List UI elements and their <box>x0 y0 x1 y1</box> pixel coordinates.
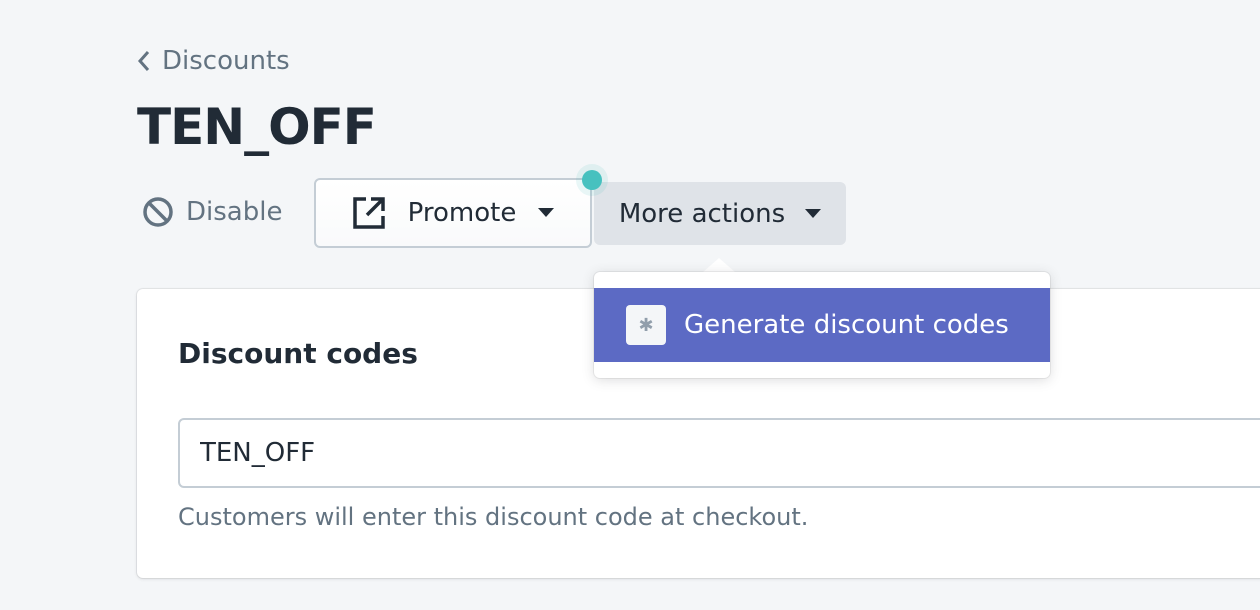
external-link-icon <box>352 197 385 229</box>
more-actions-menu: ✱ Generate discount codes <box>594 272 1050 378</box>
breadcrumb-discounts[interactable]: Discounts <box>136 46 290 76</box>
discount-code-input[interactable] <box>178 418 1260 488</box>
disable-button[interactable]: Disable <box>142 196 282 228</box>
more-actions-button[interactable]: More actions <box>594 182 846 245</box>
menu-item-generate-discount-codes[interactable]: ✱ Generate discount codes <box>594 288 1050 362</box>
menu-item-label: Generate discount codes <box>684 310 1009 340</box>
card-title: Discount codes <box>178 337 418 370</box>
caret-down-icon <box>538 208 555 217</box>
more-actions-label: More actions <box>618 198 786 229</box>
puzzle-icon: ✱ <box>626 305 666 345</box>
chevron-left-icon <box>137 51 150 71</box>
page-title: TEN_OFF <box>137 98 377 156</box>
popover-arrow <box>703 258 735 272</box>
promote-label: Promote <box>407 198 517 228</box>
disable-icon <box>143 197 173 227</box>
breadcrumb-label: Discounts <box>162 46 290 76</box>
notification-dot <box>582 170 602 190</box>
help-text: Customers will enter this discount code … <box>178 503 809 531</box>
promote-button[interactable]: Promote <box>314 178 592 248</box>
caret-down-icon <box>805 208 822 218</box>
disable-label: Disable <box>186 197 283 227</box>
